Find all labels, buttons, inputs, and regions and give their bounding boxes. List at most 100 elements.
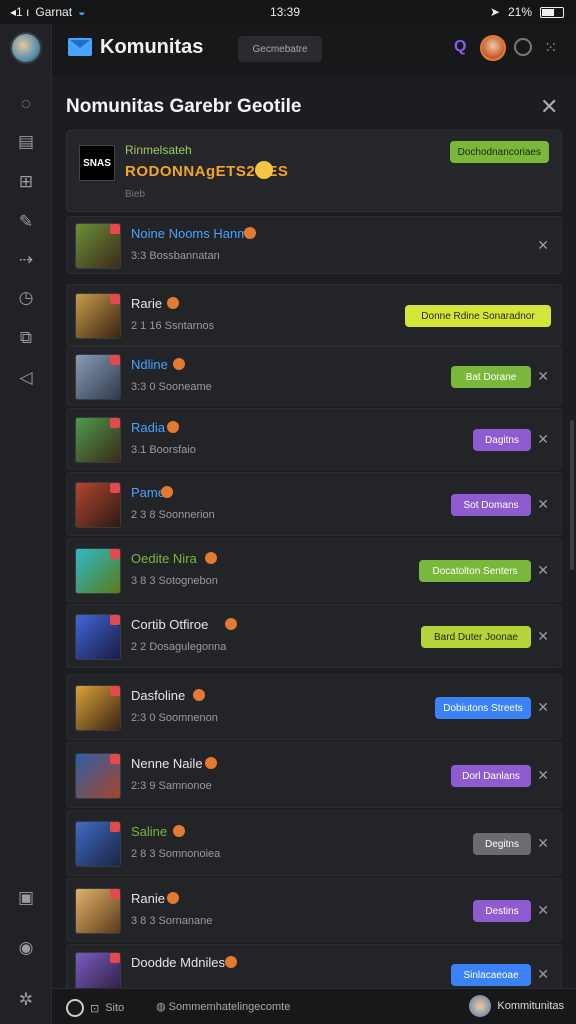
edit-icon[interactable]: ✎ <box>14 210 38 234</box>
verified-icon <box>167 297 179 309</box>
join-button[interactable]: Donne Rdine Sonaradnor <box>405 305 551 327</box>
community-row[interactable]: Cortib Otfiroe 2 2 Dosagulegonna Bard Dute… <box>66 604 562 668</box>
community-row[interactable]: Nenne Naile 2:3 9 Samnonoe Dorl Danlans ✕ <box>66 742 562 808</box>
notification-badge <box>110 889 120 899</box>
community-meta: 3:3 Bossbannatan <box>131 250 220 262</box>
gallery-icon[interactable]: ⊡ <box>90 1002 99 1015</box>
close-icon[interactable]: ✕ <box>540 94 558 120</box>
user-avatar[interactable] <box>480 35 506 61</box>
community-thumbnail <box>75 548 121 594</box>
notification-badge <box>110 953 120 963</box>
community-thumbnail <box>75 293 121 339</box>
join-button[interactable]: Destins <box>473 900 531 922</box>
battery-percent: 21% <box>507 5 532 19</box>
notification-badge <box>110 549 120 559</box>
community-name: Pame <box>131 485 165 500</box>
join-button[interactable]: Bat Dorane <box>451 366 531 388</box>
community-row[interactable]: Noine Nooms Hanms 3:3 Bossbannatan ✕ <box>66 216 562 274</box>
community-row[interactable]: Ndline 3:3 0 Sooneame Bat Dorane ✕ <box>66 346 562 406</box>
document-icon[interactable]: ▤ <box>14 130 38 154</box>
notification-badge <box>110 294 120 304</box>
community-name: Doodde Mdniles <box>131 955 225 970</box>
verified-icon <box>173 358 186 370</box>
community-thumbnail <box>75 417 121 463</box>
dismiss-icon[interactable]: ✕ <box>537 835 549 852</box>
notification-badge <box>110 355 120 365</box>
search-input[interactable]: Gecmebatre <box>238 36 322 62</box>
community-thumbnail <box>75 888 121 934</box>
bot-icon[interactable]: ▣ <box>14 886 38 910</box>
dismiss-icon[interactable]: ✕ <box>537 902 549 919</box>
bottom-bar: ⊡ Sito ◍ Sommemhatelingecomte Kommitunit… <box>52 988 576 1024</box>
community-row[interactable]: Rarie 2 1 16 Ssntarnos Donne Rdine Sonarad… <box>66 284 562 346</box>
community-meta: 2 3 8 Soonnerion <box>131 509 215 521</box>
verified-icon <box>192 689 205 701</box>
join-button[interactable]: Docatolton Senters <box>419 560 531 582</box>
community-row[interactable]: Oedite Nira 3 8 3 Sotognebon Docatolton Se… <box>66 538 562 602</box>
clock-icon[interactable]: ◷ <box>14 286 38 310</box>
community-name: Oedite Nira <box>131 551 197 566</box>
community-meta: 2 1 16 Ssntarnos <box>131 320 215 332</box>
community-name: Cortib Otfiroe <box>131 617 209 632</box>
apps-icon[interactable]: ⁙ <box>544 38 557 58</box>
community-row[interactable]: Pame 2 3 8 Soonnerion Sot Domans ✕ <box>66 472 562 536</box>
featured-community[interactable]: SNAS Rinmelsateh RODONNAgETS2OES Bieb Do… <box>66 130 562 212</box>
help-icon[interactable]: ◉ <box>14 936 38 960</box>
dismiss-icon[interactable]: ✕ <box>537 431 549 448</box>
join-button[interactable]: Degitns <box>473 833 531 855</box>
dismiss-icon[interactable]: ✕ <box>537 562 549 579</box>
dismiss-icon[interactable]: ✕ <box>537 767 549 784</box>
dismiss-icon[interactable]: ✕ <box>537 368 549 385</box>
settings-icon[interactable]: ✲ <box>14 988 38 1012</box>
verified-icon <box>167 421 179 433</box>
carrier-label: Garnat <box>35 5 73 19</box>
community-row[interactable]: Ranie 3 8 3 Sornanane Destins ✕ <box>66 878 562 942</box>
join-button[interactable]: Sot Domans <box>451 494 531 516</box>
join-button[interactable]: Dagitns <box>473 429 531 451</box>
dismiss-icon[interactable]: ✕ <box>537 628 549 645</box>
community-thumbnail <box>75 821 121 867</box>
featured-action-button[interactable]: Dochodnancoriaes <box>449 141 549 163</box>
profile-avatar[interactable] <box>10 32 42 64</box>
community-row[interactable]: Saline 2 8 3 Somnonoiea Degitns ✕ <box>66 810 562 876</box>
record-icon[interactable] <box>66 999 84 1017</box>
dismiss-icon[interactable]: ✕ <box>537 237 549 254</box>
dismiss-icon[interactable]: ✕ <box>537 966 549 983</box>
notification-badge <box>110 754 120 764</box>
join-button[interactable]: Sinlacaeoae <box>451 964 531 986</box>
bottom-community-label[interactable]: Kommitunitas <box>497 1000 564 1012</box>
chat-icon[interactable]: ◌ <box>14 92 38 116</box>
join-button[interactable]: Dobiutons Streets <box>435 697 531 719</box>
community-thumbnail <box>75 354 121 400</box>
grid-view-icon[interactable]: ⊞ <box>14 170 38 194</box>
signal-label: ◂1 ı <box>10 5 30 19</box>
dismiss-icon[interactable]: ✕ <box>537 496 549 513</box>
community-name: Noine Nooms Hanms <box>131 226 255 241</box>
community-name: Nenne Naile <box>131 756 203 771</box>
community-row[interactable]: Dasfoline 2:3 0 Soomnenon Dobiutons Street… <box>66 674 562 740</box>
battery-icon <box>540 6 564 18</box>
join-button[interactable]: Bard Duter Joonae <box>421 626 531 648</box>
community-name: Ndline <box>131 357 168 372</box>
verified-icon <box>243 227 256 239</box>
scrollbar[interactable] <box>570 420 574 570</box>
mail-icon[interactable] <box>68 38 92 56</box>
notification-badge <box>110 822 120 832</box>
status-icon[interactable] <box>514 38 532 56</box>
bookmark-icon[interactable]: ⧉ <box>14 326 38 350</box>
community-meta: 2:3 0 Soomnenon <box>131 712 218 724</box>
join-button[interactable]: Dorl Danlans <box>451 765 531 787</box>
community-meta: 3:3 0 Sooneame <box>131 381 212 393</box>
top-bar: Komunitas Gecmebatre Q ⁙ <box>52 24 576 76</box>
community-thumbnail <box>75 614 121 660</box>
location-icon: ➤ <box>489 5 500 19</box>
verified-icon <box>205 757 218 769</box>
community-row[interactable]: Radia 3.1 Boorsfaio Dagitns ✕ <box>66 408 562 470</box>
send-icon[interactable]: ⇢ <box>14 248 38 272</box>
community-logo: SNAS <box>79 145 115 181</box>
megaphone-icon[interactable]: ◁ <box>14 366 38 390</box>
dismiss-icon[interactable]: ✕ <box>537 699 549 716</box>
community-avatar[interactable] <box>469 995 492 1017</box>
search-icon[interactable]: Q <box>454 38 466 56</box>
emoji-icon <box>255 161 273 179</box>
